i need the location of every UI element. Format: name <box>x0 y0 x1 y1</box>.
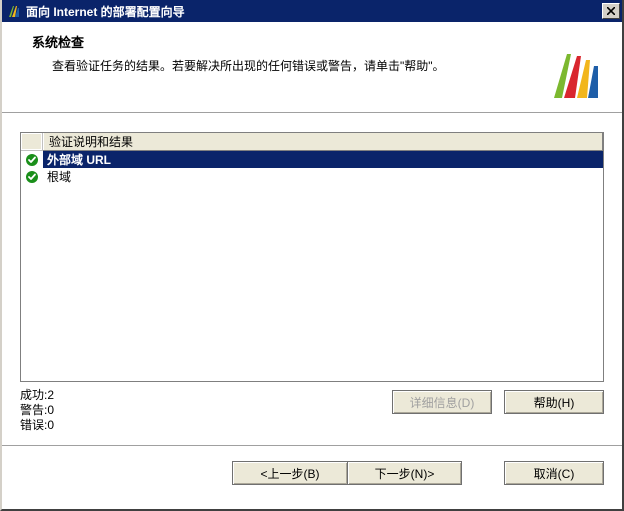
list-row[interactable]: 外部域 URL <box>21 151 603 168</box>
success-icon <box>21 153 43 167</box>
page-description: 查看验证任务的结果。若要解决所出现的任何错误或警告，请单击"帮助"。 <box>52 57 604 74</box>
content-area: 验证说明和结果 外部域 URL <box>2 114 622 382</box>
list-header: 验证说明和结果 <box>21 133 603 151</box>
results-listview[interactable]: 验证说明和结果 外部域 URL <box>20 132 604 382</box>
titlebar: 面向 Internet 的部署配置向导 <box>2 0 622 22</box>
nav-button-group: <上一步(B) 下一步(N)> <box>232 461 462 485</box>
error-label: 错误 <box>20 418 44 432</box>
list-row-label: 外部域 URL <box>43 151 603 168</box>
wizard-header: 系统检查 查看验证任务的结果。若要解决所出现的任何错误或警告，请单击"帮助"。 <box>2 22 622 112</box>
wizard-nav-bar: <上一步(B) 下一步(N)> 取消(C) <box>2 447 622 501</box>
details-button[interactable]: 详细信息(D) <box>392 390 492 414</box>
help-button[interactable]: 帮助(H) <box>504 390 604 414</box>
warning-label: 警告 <box>20 403 44 417</box>
app-icon <box>6 3 22 19</box>
wizard-window: 面向 Internet 的部署配置向导 系统检查 查看验证任务的结果。若要解决所… <box>0 0 624 511</box>
error-value: 0 <box>47 418 54 432</box>
info-buttons: 详细信息(D) 帮助(H) <box>392 388 604 414</box>
success-value: 2 <box>47 388 54 402</box>
list-row-label: 根域 <box>43 168 603 185</box>
success-label: 成功 <box>20 388 44 402</box>
cancel-button[interactable]: 取消(C) <box>504 461 604 485</box>
list-header-label[interactable]: 验证说明和结果 <box>43 132 603 151</box>
list-row[interactable]: 根域 <box>21 168 603 185</box>
list-body: 外部域 URL 根域 <box>21 151 603 185</box>
list-header-icon-col <box>21 133 43 150</box>
back-button[interactable]: <上一步(B) <box>232 461 347 485</box>
success-icon <box>21 170 43 184</box>
window-title: 面向 Internet 的部署配置向导 <box>26 3 602 20</box>
warning-value: 0 <box>47 403 54 417</box>
page-title: 系统检查 <box>32 32 604 51</box>
close-button[interactable] <box>602 3 620 19</box>
next-button[interactable]: 下一步(N)> <box>347 461 462 485</box>
stats-row: 成功:2 警告:0 错误:0 详细信息(D) 帮助(H) <box>2 382 622 443</box>
dynamics-logo-icon <box>550 46 600 101</box>
stats-text: 成功:2 警告:0 错误:0 <box>20 388 392 433</box>
